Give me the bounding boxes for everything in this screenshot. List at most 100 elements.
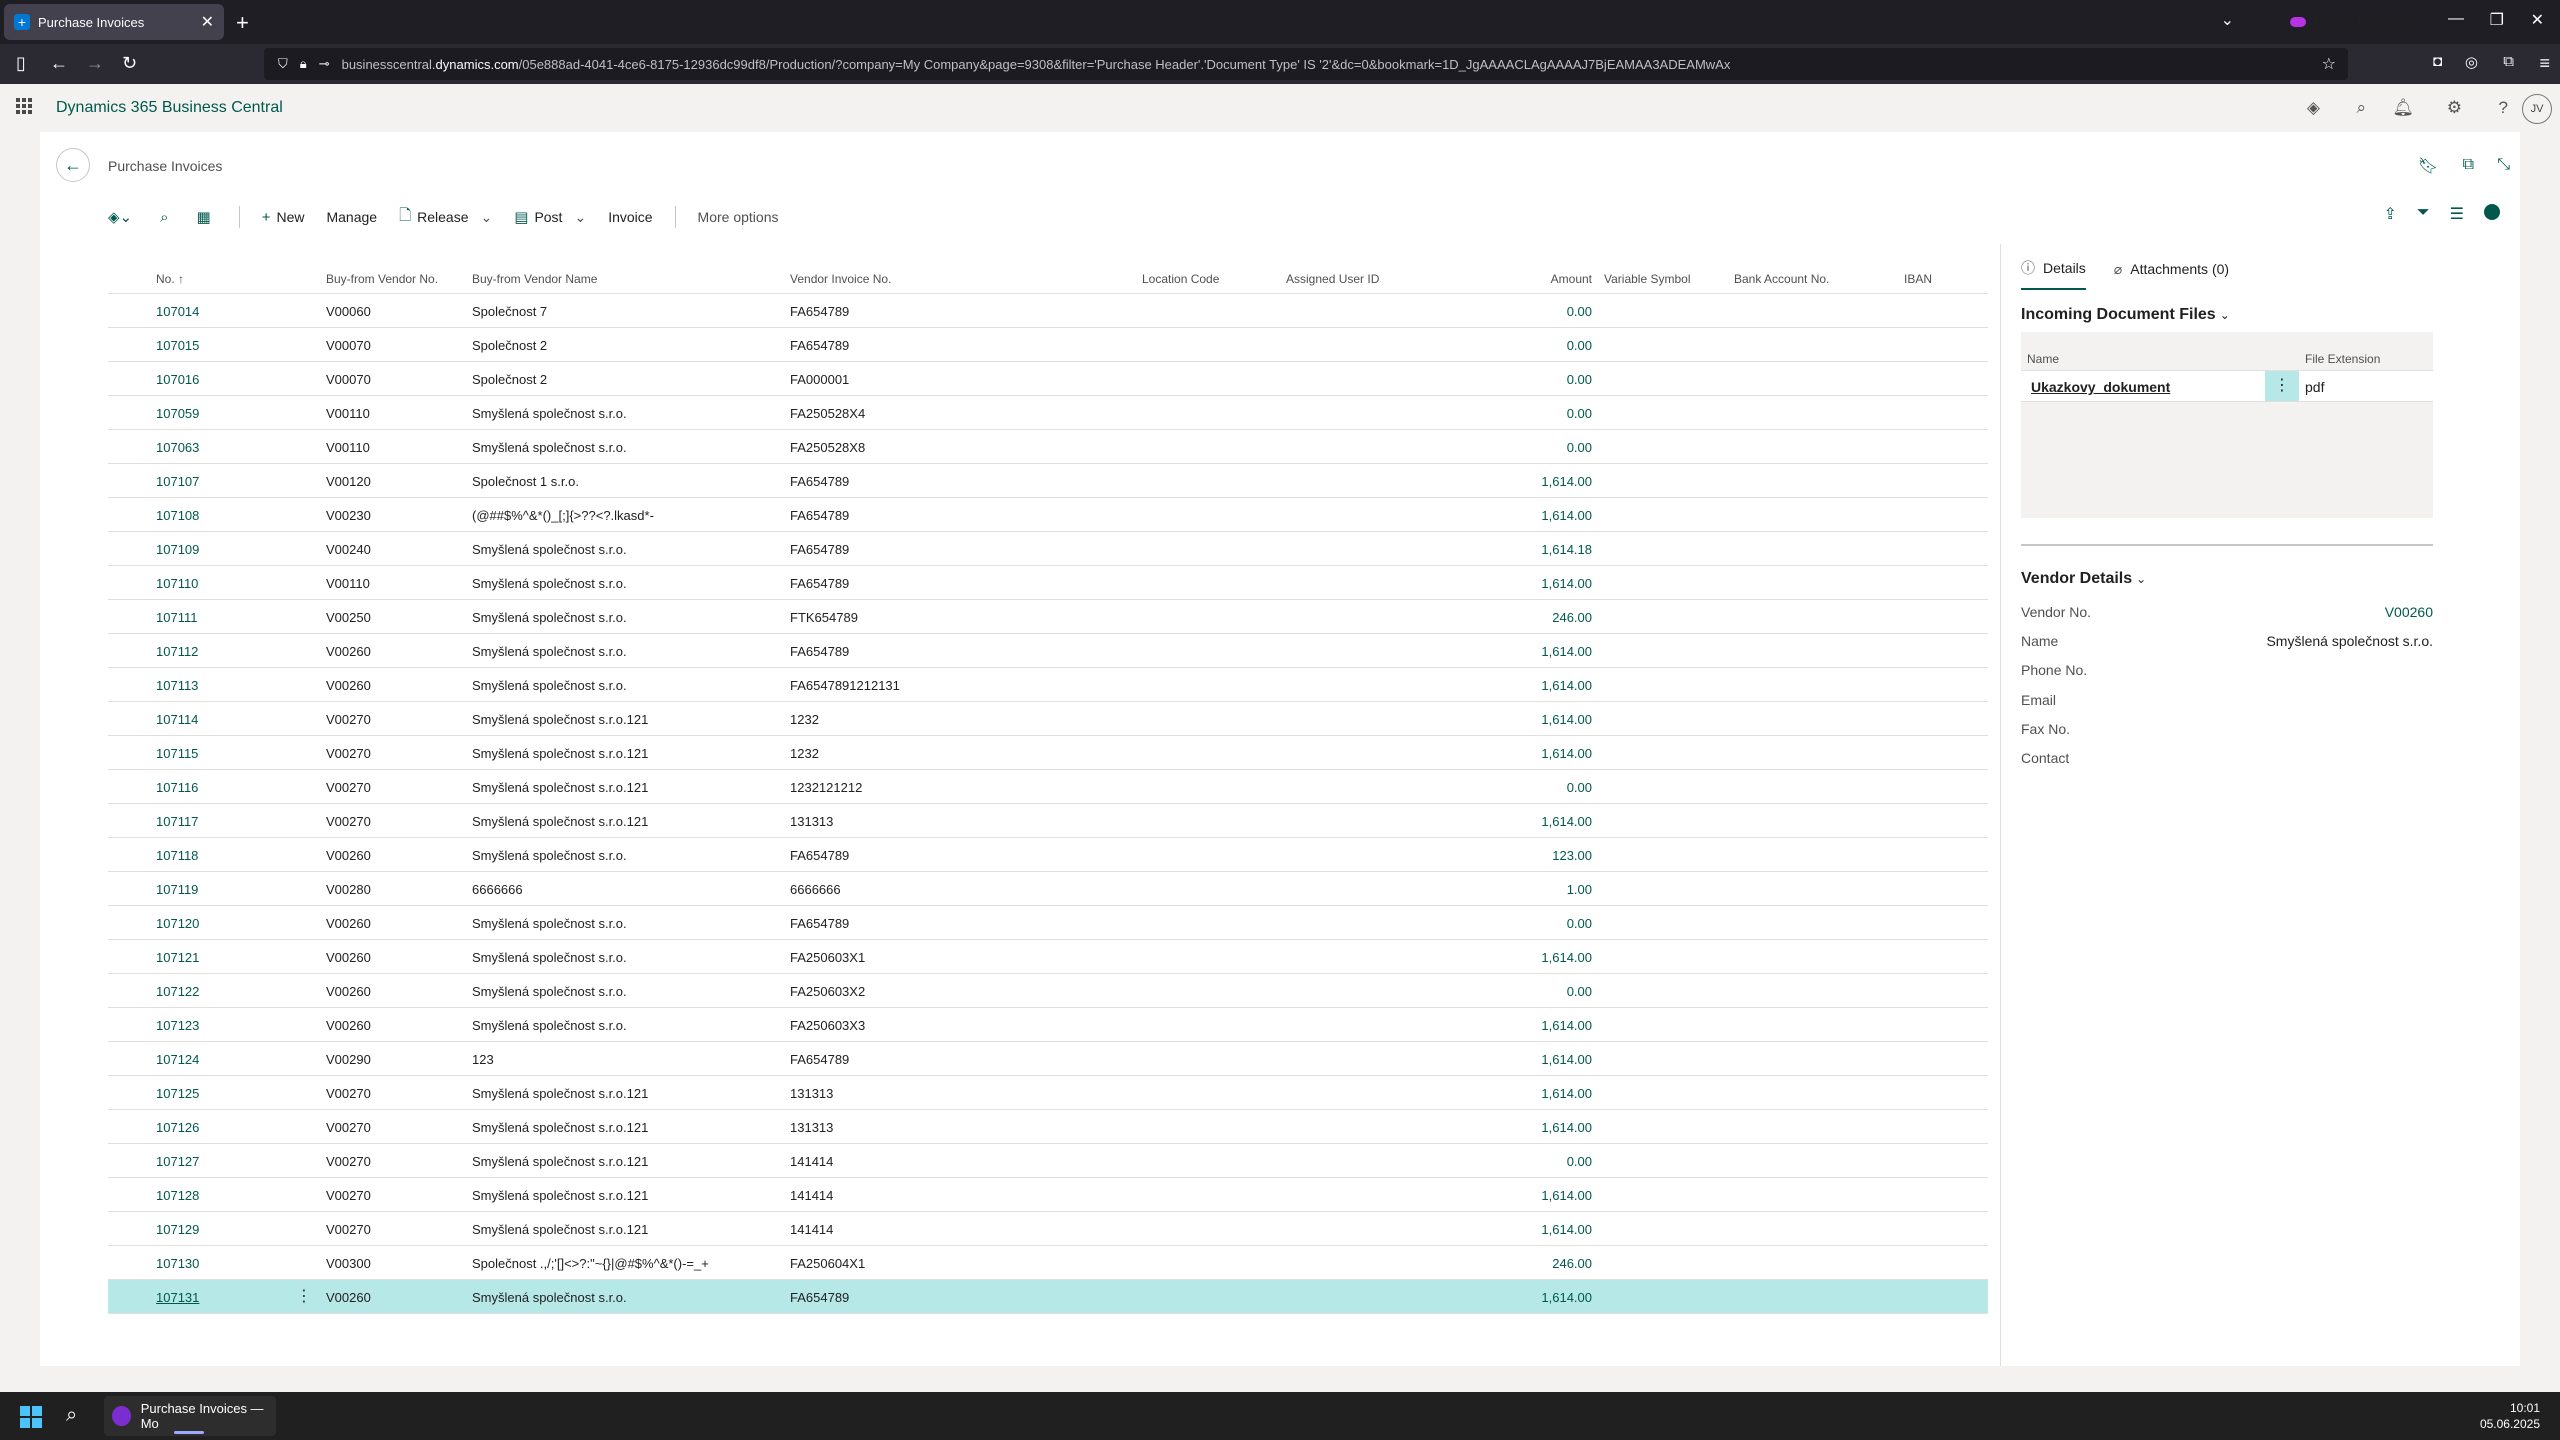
amount-cell[interactable]: 1,614.00: [1472, 1086, 1592, 1101]
invoice-no-link[interactable]: 107110: [156, 576, 198, 591]
amount-cell[interactable]: 1,614.00: [1472, 576, 1592, 591]
back-icon[interactable]: ←: [50, 53, 68, 74]
browser-tab[interactable]: + Purchase Invoices ✕: [4, 4, 224, 40]
table-row[interactable]: 107120 V00260 Smyšlená společnost s.r.o. FA…: [108, 906, 1988, 940]
invoice-no-link[interactable]: 107131: [156, 1290, 199, 1305]
open-new-window-icon[interactable]: ⧉: [2463, 156, 2474, 174]
amount-cell[interactable]: 1,614.00: [1472, 1018, 1592, 1033]
col-iban[interactable]: IBAN: [1904, 272, 1932, 286]
table-row[interactable]: 107016 V00070 Společnost 2 FA000001 0.00: [108, 362, 1988, 396]
amount-cell[interactable]: 1,614.00: [1472, 1052, 1592, 1067]
reload-icon[interactable]: ↻: [122, 53, 137, 74]
table-row[interactable]: 107059 V00110 Smyšlená společnost s.r.o. FA…: [108, 396, 1988, 430]
table-row[interactable]: 107123 V00260 Smyšlená společnost s.r.o. FA…: [108, 1008, 1988, 1042]
minimize-icon[interactable]: —: [2448, 10, 2464, 28]
amount-cell[interactable]: 0.00: [1472, 916, 1592, 931]
manage-menu[interactable]: Manage: [326, 209, 377, 225]
windows-start-icon[interactable]: [20, 1406, 42, 1428]
analysis-mode-button[interactable]: ▦: [197, 208, 217, 226]
invoice-no-link[interactable]: 107063: [156, 440, 199, 455]
table-row[interactable]: 107130 V00300 Společnost .,/;'[]<>?:"~{}|@…: [108, 1246, 1988, 1280]
table-row[interactable]: 107117 V00270 Smyšlená společnost s.r.o.12…: [108, 804, 1988, 838]
taskbar-search-icon[interactable]: ⌕: [66, 1404, 77, 1427]
row-actions-icon[interactable]: ⋮: [2265, 371, 2299, 401]
tab-details[interactable]: ⓘ Details: [2021, 258, 2086, 290]
table-row[interactable]: 107119 V00280 6666666 6666666 1.00: [108, 872, 1988, 906]
invoice-no-link[interactable]: 107128: [156, 1188, 199, 1203]
invoice-no-link[interactable]: 107109: [156, 542, 199, 557]
table-row[interactable]: 107014 V00060 Společnost 7 FA654789 0.00: [108, 294, 1988, 328]
table-row[interactable]: 107112 V00260 Smyšlená společnost s.r.o. FA…: [108, 634, 1988, 668]
invoice-no-link[interactable]: 107120: [156, 916, 199, 931]
invoice-no-link[interactable]: 107122: [156, 984, 199, 999]
col-vendor-name[interactable]: Buy-from Vendor Name: [472, 272, 597, 286]
table-row[interactable]: 107111 V00250 Smyšlená společnost s.r.o. FT…: [108, 600, 1988, 634]
table-row[interactable]: 107122 V00260 Smyšlená společnost s.r.o. FA…: [108, 974, 1988, 1008]
back-arrow-icon[interactable]: ←: [56, 148, 90, 182]
invoice-no-link[interactable]: 107125: [156, 1086, 199, 1101]
share-icon[interactable]: ⇪: [2383, 204, 2396, 224]
table-row[interactable]: 107128 V00270 Smyšlená společnost s.r.o.12…: [108, 1178, 1988, 1212]
list-view-icon[interactable]: ☰: [2450, 204, 2464, 224]
invoice-no-link[interactable]: 107114: [156, 712, 198, 727]
table-row[interactable]: 107129 V00270 Smyšlená společnost s.r.o.12…: [108, 1212, 1988, 1246]
invoice-no-link[interactable]: 107129: [156, 1222, 199, 1237]
table-row[interactable]: 107115 V00270 Smyšlená společnost s.r.o.12…: [108, 736, 1988, 770]
amount-cell[interactable]: 1,614.00: [1472, 474, 1592, 489]
amount-cell[interactable]: 0.00: [1472, 440, 1592, 455]
amount-cell[interactable]: 1,614.00: [1472, 1120, 1592, 1135]
amount-cell[interactable]: 1,614.00: [1472, 1290, 1592, 1305]
table-row[interactable]: 107108 V00230 (@##$%^&*()_[;]{>??<?.lkasd*…: [108, 498, 1988, 532]
invoice-no-link[interactable]: 107113: [156, 678, 198, 693]
amount-cell[interactable]: 1,614.18: [1472, 542, 1592, 557]
amount-cell[interactable]: 246.00: [1472, 1256, 1592, 1271]
table-row[interactable]: 107110 V00110 Smyšlená společnost s.r.o. FA…: [108, 566, 1988, 600]
vendor-no-value[interactable]: V00260: [2385, 604, 2433, 620]
amount-cell[interactable]: 0.00: [1472, 780, 1592, 795]
invoice-no-link[interactable]: 107123: [156, 1018, 199, 1033]
invoice-no-link[interactable]: 107059: [156, 406, 199, 421]
col-vendor-no[interactable]: Buy-from Vendor No.: [326, 272, 438, 286]
copilot-icon[interactable]: ◈: [2307, 98, 2320, 118]
col-vendor-invoice-no[interactable]: Vendor Invoice No.: [790, 272, 891, 286]
invoice-no-link[interactable]: 107118: [156, 848, 198, 863]
invoice-no-link[interactable]: 107126: [156, 1120, 199, 1135]
search-list-button[interactable]: ⌕: [160, 209, 174, 226]
close-tab-icon[interactable]: ✕: [201, 12, 214, 32]
invoice-no-link[interactable]: 107111: [156, 610, 197, 625]
collapse-icon[interactable]: ⤡: [2497, 156, 2510, 174]
invoice-menu[interactable]: Invoice: [608, 209, 652, 225]
col-no[interactable]: No. ↑: [156, 272, 184, 286]
lock-icon[interactable]: 🔒︎: [300, 56, 307, 72]
invoice-no-link[interactable]: 107108: [156, 508, 199, 523]
invoice-no-link[interactable]: 107124: [156, 1052, 199, 1067]
pocket-icon[interactable]: ◘: [2433, 53, 2442, 70]
post-button[interactable]: ▤ Post ⌄: [514, 208, 586, 227]
amount-cell[interactable]: 1,614.00: [1472, 814, 1592, 829]
table-row[interactable]: 107126 V00270 Smyšlená společnost s.r.o.12…: [108, 1110, 1988, 1144]
product-name[interactable]: Dynamics 365 Business Central: [56, 99, 283, 117]
taskbar-firefox-app[interactable]: Purchase Invoices — Mo: [104, 1396, 276, 1436]
col-bank-account[interactable]: Bank Account No.: [1734, 272, 1829, 286]
table-row[interactable]: 107131 V00260 Smyšlená společnost s.r.o. FA…: [108, 1280, 1988, 1314]
shield-icon[interactable]: ⛉: [278, 56, 288, 72]
amount-cell[interactable]: 1.00: [1472, 882, 1592, 897]
table-row[interactable]: 107107 V00120 Společnost 1 s.r.o. FA654789 1…: [108, 464, 1988, 498]
invoice-no-link[interactable]: 107121: [156, 950, 199, 965]
list-tabs-chevron-icon[interactable]: ⌄: [2221, 10, 2234, 30]
table-row[interactable]: 107063 V00110 Smyšlená společnost s.r.o. FA…: [108, 430, 1988, 464]
table-row[interactable]: 107113 V00260 Smyšlená společnost s.r.o. FA…: [108, 668, 1988, 702]
invoice-no-link[interactable]: 107112: [156, 644, 198, 659]
release-button[interactable]: 🗋︎ Release ⌄: [399, 205, 492, 230]
help-icon[interactable]: ?: [2499, 98, 2508, 118]
forward-icon[interactable]: →: [86, 53, 104, 74]
address-bar[interactable]: ⛉ 🔒︎ ⊸ businesscentral.dynamics.com/05e8…: [264, 48, 2348, 80]
row-actions-icon[interactable]: ⋮: [296, 1286, 312, 1306]
amount-cell[interactable]: 1,614.00: [1472, 678, 1592, 693]
invoice-no-link[interactable]: 107015: [156, 338, 199, 353]
post-chevron-icon[interactable]: ⌄: [574, 209, 586, 226]
col-assigned-user[interactable]: Assigned User ID: [1286, 272, 1379, 286]
table-row[interactable]: 107124 V00290 123 FA654789 1,614.00: [108, 1042, 1988, 1076]
bookmark-star-icon[interactable]: ☆: [2322, 54, 2336, 74]
tab-attachments[interactable]: ⌀ Attachments (0): [2114, 258, 2229, 290]
